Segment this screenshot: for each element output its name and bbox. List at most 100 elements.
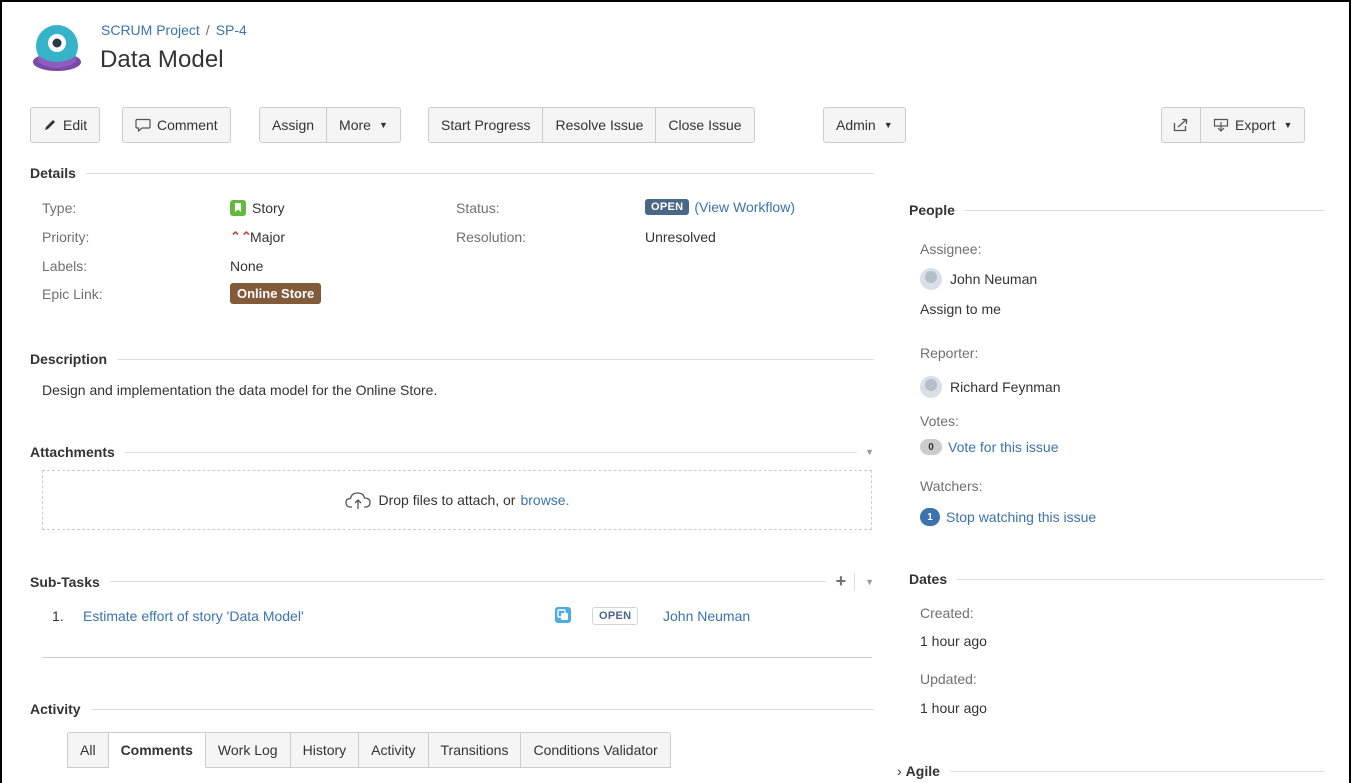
- priority-major-icon: ⌃⌃: [230, 229, 252, 244]
- comment-button[interactable]: Comment: [122, 107, 231, 143]
- more-button[interactable]: More ▼: [327, 107, 401, 143]
- start-progress-label: Start Progress: [441, 117, 531, 133]
- drop-text: Drop files to attach, or: [378, 492, 516, 508]
- chevron-right-icon: ›: [897, 763, 902, 779]
- breadcrumb: SCRUM Project / SP-4: [101, 22, 247, 38]
- chevron-down-icon: ▼: [883, 120, 893, 130]
- comment-group: Comment: [122, 107, 231, 143]
- priority-label: Priority:: [42, 229, 90, 245]
- reporter-value[interactable]: Richard Feynman: [920, 376, 1061, 398]
- agile-heading[interactable]: › Agile: [897, 763, 1325, 779]
- more-label: More: [339, 117, 371, 133]
- tab-history[interactable]: History: [290, 732, 360, 768]
- tab-comments[interactable]: Comments: [108, 732, 206, 768]
- workflow-group: Start Progress Resolve Issue Close Issue: [428, 107, 755, 143]
- vote-link[interactable]: Vote for this issue: [948, 439, 1059, 455]
- reporter-name: Richard Feynman: [950, 379, 1061, 395]
- epic-lozenge[interactable]: Online Store: [230, 283, 322, 304]
- tab-conditions-validator[interactable]: Conditions Validator: [521, 732, 671, 768]
- watchers-label: Watchers:: [920, 478, 983, 494]
- resolve-issue-button[interactable]: Resolve Issue: [543, 107, 657, 143]
- share-export-group: Export ▼: [1161, 107, 1306, 143]
- type-label: Type:: [42, 200, 77, 216]
- divider: [964, 209, 1325, 211]
- start-progress-button[interactable]: Start Progress: [428, 107, 544, 143]
- activity-heading[interactable]: Activity: [30, 701, 874, 717]
- assign-button[interactable]: Assign: [259, 107, 328, 143]
- assignee-value[interactable]: John Neuman: [920, 268, 1037, 290]
- breadcrumb-separator: /: [205, 22, 210, 38]
- reporter-label: Reporter:: [920, 345, 979, 361]
- comment-bubble-icon: [135, 118, 151, 132]
- people-heading-text: People: [909, 202, 955, 218]
- download-icon: [1213, 118, 1229, 132]
- description-heading[interactable]: Description: [30, 351, 874, 367]
- admin-button[interactable]: Admin ▼: [823, 107, 906, 143]
- page-title[interactable]: Data Model: [100, 46, 224, 74]
- export-button[interactable]: Export ▼: [1201, 107, 1306, 143]
- details-heading[interactable]: Details: [30, 165, 874, 181]
- breadcrumb-issue-key-link[interactable]: SP-4: [216, 22, 247, 38]
- assign-more-group: Assign More ▼: [259, 107, 401, 143]
- agile-heading-text: Agile: [905, 763, 940, 779]
- tab-all[interactable]: All: [67, 732, 109, 768]
- updated-label: Updated:: [920, 671, 977, 687]
- subtask-status-badge: OPEN: [592, 607, 639, 625]
- edit-button[interactable]: Edit: [30, 107, 101, 143]
- tab-transitions[interactable]: Transitions: [428, 732, 522, 768]
- chevron-down-icon[interactable]: ▼: [865, 447, 874, 457]
- subtask-icon: [555, 607, 571, 623]
- labels-value: None: [230, 258, 264, 274]
- share-button[interactable]: [1161, 107, 1201, 143]
- divider: [957, 578, 1325, 580]
- edit-group: Edit: [30, 107, 101, 143]
- people-heading[interactable]: People: [909, 202, 1325, 218]
- subtasks-heading[interactable]: Sub-Tasks + ▼: [30, 571, 874, 592]
- type-text: Story: [252, 200, 285, 216]
- view-workflow-link[interactable]: (View Workflow): [694, 199, 795, 215]
- close-issue-label: Close Issue: [668, 117, 742, 133]
- chevron-down-icon: ▼: [378, 120, 388, 130]
- description-heading-text: Description: [30, 351, 108, 367]
- description-text[interactable]: Design and implementation the data model…: [42, 382, 437, 398]
- updated-value: 1 hour ago: [920, 700, 987, 716]
- labels-label: Labels:: [42, 258, 88, 274]
- subtask-summary-link[interactable]: Estimate effort of story 'Data Model': [83, 608, 304, 624]
- activity-tabs: All Comments Work Log History Activity T…: [67, 732, 671, 768]
- type-value: Story: [230, 200, 285, 216]
- activity-heading-text: Activity: [30, 701, 81, 717]
- assignee-name: John Neuman: [950, 271, 1038, 287]
- resolution-value: Unresolved: [645, 229, 716, 245]
- subtasks-heading-text: Sub-Tasks: [30, 573, 100, 590]
- resolution-label: Resolution:: [456, 229, 527, 245]
- dates-heading[interactable]: Dates: [909, 571, 1325, 587]
- attachments-heading[interactable]: Attachments ▼: [30, 444, 874, 460]
- subtask-status: OPEN: [592, 607, 639, 625]
- divider: [124, 451, 858, 453]
- tab-activity[interactable]: Activity: [359, 732, 429, 768]
- subtask-assignee-link[interactable]: John Neuman: [663, 608, 750, 624]
- divider: [109, 581, 826, 582]
- details-heading-text: Details: [30, 165, 76, 181]
- divider: [90, 708, 874, 710]
- close-issue-button[interactable]: Close Issue: [656, 107, 755, 143]
- votes-count-badge: 0: [920, 439, 942, 455]
- comment-label: Comment: [157, 117, 218, 133]
- add-subtask-icon[interactable]: +: [836, 571, 847, 592]
- avatar: [920, 268, 942, 290]
- epic-link-label: Epic Link:: [42, 286, 103, 302]
- attachment-dropzone[interactable]: Drop files to attach, or browse.: [42, 470, 872, 530]
- project-avatar-icon[interactable]: [30, 22, 84, 76]
- epic-link-value: Online Store: [230, 283, 322, 304]
- stop-watching-link[interactable]: Stop watching this issue: [946, 509, 1096, 525]
- divider: [854, 572, 856, 591]
- created-label: Created:: [920, 605, 974, 621]
- tab-work-log[interactable]: Work Log: [205, 732, 291, 768]
- chevron-down-icon[interactable]: ▼: [865, 577, 874, 587]
- breadcrumb-project-link[interactable]: SCRUM Project: [101, 22, 200, 38]
- watchers-count-badge: 1: [920, 508, 940, 526]
- assign-to-me-link[interactable]: Assign to me: [920, 301, 1001, 317]
- admin-label: Admin: [836, 117, 876, 133]
- export-label: Export: [1235, 117, 1276, 133]
- browse-link[interactable]: browse.: [520, 492, 569, 508]
